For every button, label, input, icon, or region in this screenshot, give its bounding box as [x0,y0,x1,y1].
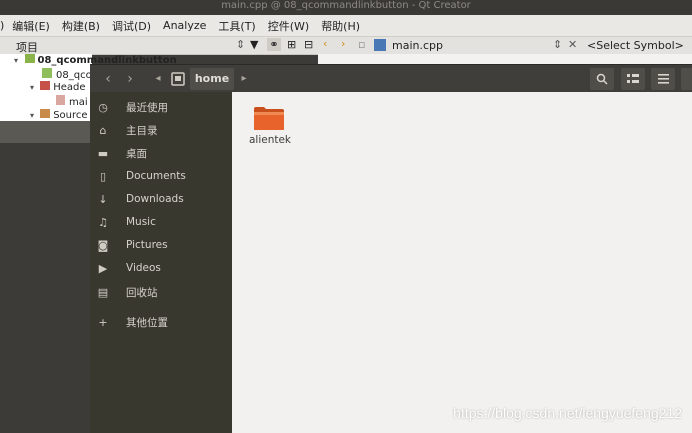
sidebar-item-pictures[interactable]: ◙ Pictures [90,234,232,256]
clock-icon: ◷ [98,100,108,114]
back-arrow-icon[interactable]: ‹ [323,37,327,50]
sidebar-item-downloads[interactable]: ↓ Downloads [90,188,232,210]
menu-analyze[interactable]: Analyze [163,19,206,32]
files-content-area: alientek https://blog.csdn.net/lengyuefe… [232,92,692,433]
expand-arrow-icon: ▾ [30,111,35,120]
path-segment-home[interactable]: home [190,68,234,90]
folder-label[interactable]: alientek [244,134,296,146]
sidebar-item-label: 其他位置 [126,316,168,329]
symbol-select[interactable]: <Select Symbol> [587,39,684,52]
qt-window-title: main.cpp @ 08_qcommandlinkbutton - Qt Cr… [0,0,692,15]
project-tree: ▾ 08_qcommandlinkbutton 08_qco ▾ Heade m… [0,54,177,121]
sidebar-item-label: Downloads [126,193,184,205]
split-icon[interactable]: ⊞ [287,38,296,51]
tree-pro-file[interactable]: 08_qco [42,68,92,82]
file-dropdown-icon[interactable]: ⇕ [553,38,562,51]
sidebar-item-label: 最近使用 [126,101,168,114]
music-icon: ♫ [98,215,108,229]
document-icon: ▯ [99,169,107,183]
file-tab[interactable]: main.cpp [392,39,443,52]
sidebar-item-label: Videos [126,262,161,274]
sidebar-item-documents[interactable]: ▯ Documents [90,165,232,187]
download-icon: ↓ [98,192,108,206]
cpp-file-icon [374,39,386,51]
tree-headers-label: Heade [53,82,86,93]
projects-dropdown-icon[interactable]: ⇕ [236,38,245,51]
sidebar-item-trash[interactable]: ▤ 回收站 [90,281,232,303]
path-left-icon[interactable]: ◂ [148,70,168,88]
expand-arrow-icon: ▾ [30,83,35,92]
tree-header-file[interactable]: mai [56,95,88,109]
sidebar-item-home[interactable]: ⌂ 主目录 [90,119,232,141]
pro-file-icon [42,68,52,78]
tree-sources-label: Source [53,110,88,121]
sidebar-item-recent[interactable]: ◷ 最近使用 [90,96,232,118]
tree-headers[interactable]: ▾ Heade [30,81,86,95]
sources-folder-icon [40,109,51,118]
drive-icon[interactable] [170,70,186,88]
plus-icon: + [98,315,108,329]
trash-icon: ▤ [97,285,109,299]
files-sidebar: ◷ 最近使用 ⌂ 主目录 ▬ 桌面 ▯ Documents ↓ Downloads ♫ Mu… [90,92,232,433]
tree-header-file-label: mai [69,97,88,108]
sidebar-item-label: Music [126,216,156,228]
sidebar-item-label: 回收站 [126,286,158,299]
watermark: https://blog.csdn.net/lengyuefeng212 [453,405,682,421]
sidebar-item-videos[interactable]: ▶ Videos [90,257,232,279]
back-icon[interactable]: ‹ [98,70,118,88]
menu-edge: ) [0,19,5,32]
project-icon [24,54,35,63]
forward-arrow-icon[interactable]: › [341,37,345,50]
headers-folder-icon [40,81,51,90]
sidebar-item-label: Pictures [126,239,168,251]
search-icon[interactable] [590,68,614,90]
sidebar-item-desktop[interactable]: ▬ 桌面 [90,142,232,164]
header-file-icon [56,95,65,105]
home-icon: ⌂ [99,123,107,137]
close-pane-icon[interactable]: ⊟ [304,38,313,51]
sidebar-item-music[interactable]: ♫ Music [90,211,232,233]
video-icon: ▶ [98,261,108,275]
camera-icon: ◙ [97,238,109,252]
qt-toolbar: 项目 ⇕ ▼ ⚭ ⊞ ⊟ ‹ › ▫ main.cpp ⇕ ✕ <Select … [0,37,692,55]
link-icon[interactable]: ⚭ [267,38,281,51]
forward-icon[interactable]: › [120,70,140,88]
menu-help[interactable]: 帮助(H) [321,18,360,34]
menu-icon[interactable] [651,68,675,90]
menu-build[interactable]: 构建(B) [62,18,100,34]
sidebar-item-label: 桌面 [126,147,147,160]
menu-widgets[interactable]: 控件(W) [268,18,309,34]
folder-icon: ▬ [97,146,109,160]
sidebar-item-other-locations[interactable]: + 其他位置 [90,311,232,333]
filter-icon[interactable]: ▼ [250,38,258,51]
expand-arrow-icon: ▾ [14,56,19,65]
folder-icon[interactable] [253,105,285,131]
path-right-icon[interactable]: ▸ [234,70,254,88]
menu-debug[interactable]: 调试(D) [112,18,151,34]
files-headerbar: ‹ › ◂ home ▸ [90,64,692,93]
qt-menubar: ) 编辑(E) 构建(B) 调试(D) Analyze 工具(T) 控件(W) … [0,15,692,37]
editor-area [318,54,692,64]
view-toggle-icon[interactable] [621,68,645,90]
menu-tools[interactable]: 工具(T) [218,18,255,34]
projects-label: 项目 [16,41,38,54]
tree-pro-file-label: 08_qco [56,70,92,81]
qt-output-pane [0,121,90,143]
close-file-icon[interactable]: ✕ [568,38,577,51]
sidebar-item-label: Documents [126,170,186,182]
sidebar-item-label: 主目录 [126,124,158,137]
menu-edit[interactable]: 编辑(E) [12,18,50,34]
lock-icon: ▫ [358,38,366,51]
window-button-partial[interactable] [681,68,692,90]
